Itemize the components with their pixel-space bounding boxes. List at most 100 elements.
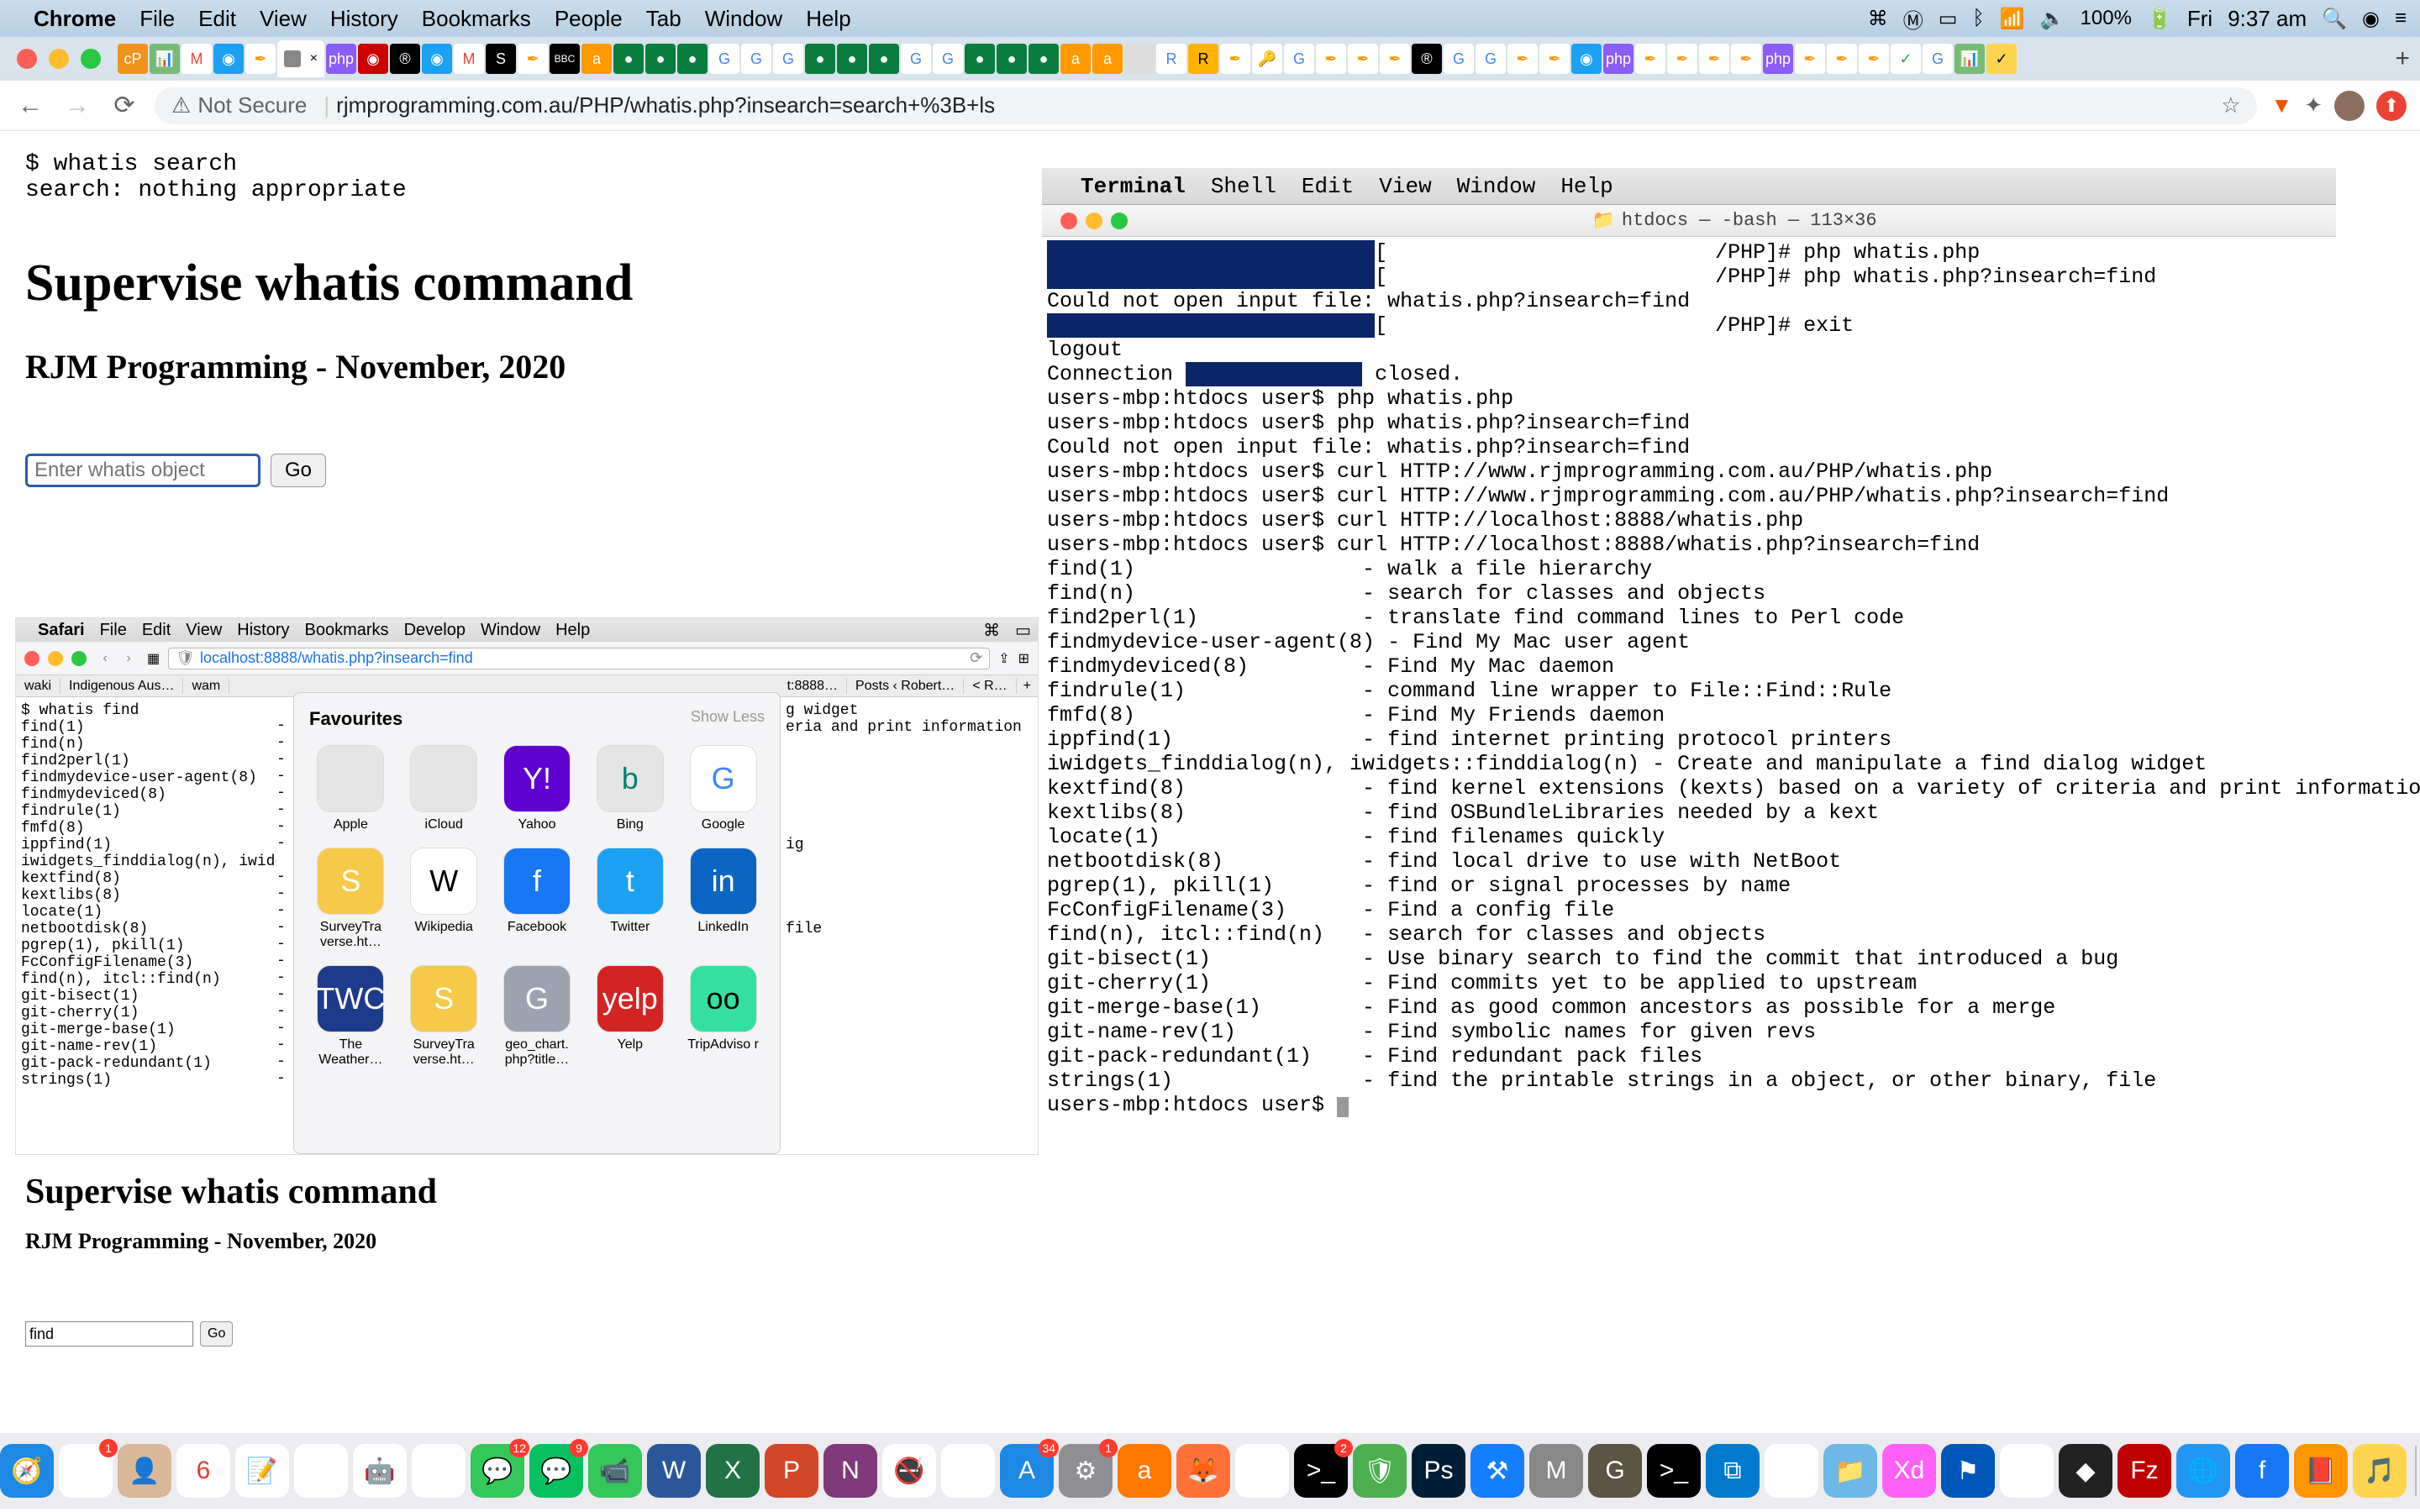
dock-reminders[interactable]: ☑ bbox=[294, 1444, 348, 1498]
tab-google[interactable]: G bbox=[709, 44, 739, 74]
terminal-menu-help[interactable]: Help bbox=[1560, 174, 1612, 199]
tab-icon[interactable]: ✒ bbox=[1667, 44, 1697, 74]
tab-icon[interactable]: ✒ bbox=[1699, 44, 1729, 74]
dock-terminal[interactable]: >_2 bbox=[1294, 1444, 1348, 1498]
notification-center-icon[interactable]: ≡ bbox=[2395, 7, 2407, 30]
dock-textedit[interactable]: ✎ bbox=[1765, 1444, 1818, 1498]
menu-help[interactable]: Help bbox=[806, 6, 850, 32]
tab-icon[interactable]: ✒ bbox=[1827, 44, 1857, 74]
tab-gmail[interactable]: M bbox=[182, 44, 212, 74]
dock-nosmoking[interactable]: 🚭 bbox=[882, 1444, 936, 1498]
battery-icon[interactable]: 🔋 bbox=[2147, 7, 2172, 31]
forward-button[interactable]: → bbox=[60, 92, 94, 120]
tab-icon[interactable]: ✒ bbox=[245, 44, 276, 74]
tab-icon[interactable]: ✒ bbox=[518, 44, 548, 74]
active-tab[interactable]: × bbox=[277, 40, 324, 77]
tab-icon[interactable]: ◉ bbox=[422, 44, 452, 74]
dock-notes[interactable]: 📝 bbox=[235, 1444, 289, 1498]
dock-calendar[interactable]: 6 bbox=[176, 1444, 230, 1498]
tab-icon[interactable]: ® bbox=[390, 44, 420, 74]
favourite-item[interactable]: TWCThe Weather… bbox=[309, 965, 392, 1068]
maximize-window-button[interactable] bbox=[81, 49, 101, 69]
dock-folder2[interactable]: F bbox=[2000, 1444, 2054, 1498]
tab-amazon[interactable]: a bbox=[1092, 44, 1123, 74]
safari-menu-help[interactable]: Help bbox=[555, 621, 590, 640]
favourite-item[interactable]: Ggeo_chart. php?title… bbox=[496, 965, 579, 1068]
tab-bbc[interactable]: BBC bbox=[550, 44, 580, 74]
menu-tab[interactable]: Tab bbox=[646, 6, 681, 32]
dock-onenote[interactable]: N bbox=[823, 1444, 877, 1498]
menubar-time[interactable]: 9:37 am bbox=[2228, 6, 2307, 32]
favourite-item[interactable]: SSurveyTra verse.ht… bbox=[309, 848, 392, 950]
tab-google[interactable]: G bbox=[1923, 44, 1953, 74]
whatis-input-2[interactable] bbox=[25, 1321, 193, 1347]
safari-app-name[interactable]: Safari bbox=[38, 621, 85, 640]
favourite-item[interactable]: yelpYelp bbox=[588, 965, 671, 1068]
tab-google[interactable]: G bbox=[1444, 44, 1474, 74]
safari-menu-view[interactable]: View bbox=[186, 621, 222, 640]
tab-icon[interactable]: ✒ bbox=[1380, 44, 1410, 74]
tab-google[interactable]: G bbox=[773, 44, 803, 74]
safari-new-tab-button[interactable]: + bbox=[1017, 679, 1038, 694]
address-bar[interactable]: ⚠ Not Secure | rjmprogramming.com.au/PHP… bbox=[155, 87, 2257, 124]
security-indicator[interactable]: ⚠ Not Secure bbox=[171, 92, 307, 118]
tab-php[interactable]: php bbox=[326, 44, 356, 74]
bookmark-star-icon[interactable]: ☆ bbox=[2221, 92, 2240, 118]
dock-globe[interactable]: 🌐 bbox=[2176, 1444, 2230, 1498]
tab-google[interactable]: G bbox=[1476, 44, 1506, 74]
dock-xcode[interactable]: ⚒ bbox=[1470, 1444, 1524, 1498]
reload-icon[interactable]: ⟳ bbox=[970, 649, 982, 667]
dock-shield[interactable]: 🛡 bbox=[1353, 1444, 1407, 1498]
tab-google[interactable]: G bbox=[1284, 44, 1314, 74]
dock-chrome[interactable]: ◉ bbox=[1235, 1444, 1289, 1498]
dock-facebook[interactable]: f bbox=[2235, 1444, 2289, 1498]
dock-automator[interactable]: 🤖 bbox=[353, 1444, 407, 1498]
safari-forward-button[interactable]: › bbox=[118, 651, 139, 666]
terminal-menu-window[interactable]: Window bbox=[1457, 174, 1536, 199]
safari-menu-bookmarks[interactable]: Bookmarks bbox=[305, 621, 389, 640]
dock-word[interactable]: W bbox=[647, 1444, 701, 1498]
tab-icon[interactable]: ● bbox=[613, 44, 644, 74]
terminal-close-button[interactable] bbox=[1060, 213, 1077, 229]
tab-icon[interactable]: 📊 bbox=[1954, 44, 1985, 74]
menu-edit[interactable]: Edit bbox=[198, 6, 236, 32]
terminal-app-name[interactable]: Terminal bbox=[1081, 174, 1186, 199]
favourite-item[interactable]: Apple bbox=[309, 745, 392, 832]
dock-folder1[interactable]: 📁 bbox=[1823, 1444, 1877, 1498]
tab-icon[interactable]: ✒ bbox=[1220, 44, 1250, 74]
safari-tab[interactable]: t:8888… bbox=[779, 679, 847, 694]
dock-safari[interactable]: 🧭 bbox=[0, 1444, 54, 1498]
safari-menu-develop[interactable]: Develop bbox=[404, 621, 466, 640]
terminal-menu-edit[interactable]: Edit bbox=[1302, 174, 1354, 199]
dock-xd[interactable]: Xd bbox=[1882, 1444, 1936, 1498]
menu-view[interactable]: View bbox=[260, 6, 307, 32]
favourite-item[interactable]: Y!Yahoo bbox=[496, 745, 579, 832]
menuextra-icon[interactable]: ⌘ bbox=[1868, 7, 1888, 31]
update-indicator[interactable]: ⬆ bbox=[2376, 91, 2407, 121]
tab-icon[interactable]: ✒ bbox=[1859, 44, 1889, 74]
tab-icon[interactable]: 📊 bbox=[150, 44, 180, 74]
favourite-item[interactable]: bBing bbox=[588, 745, 671, 832]
tab-check[interactable]: ✓ bbox=[1986, 44, 2017, 74]
tab-icon[interactable]: ✒ bbox=[1316, 44, 1346, 74]
dock-iterm[interactable]: >_ bbox=[1647, 1444, 1701, 1498]
safari-tab[interactable]: < R… bbox=[964, 679, 1016, 694]
share-icon[interactable]: ⇪ bbox=[998, 650, 1009, 667]
dock-contacts[interactable]: 👤 bbox=[118, 1444, 171, 1498]
dock-gimp[interactable]: G bbox=[1588, 1444, 1642, 1498]
dock-excel[interactable]: X bbox=[706, 1444, 760, 1498]
tab-icon[interactable] bbox=[1124, 44, 1155, 74]
tab-icon[interactable]: ◉ bbox=[1571, 44, 1602, 74]
menu-people[interactable]: People bbox=[555, 6, 623, 32]
tab-icon[interactable]: ● bbox=[997, 44, 1027, 74]
tab-icon[interactable]: ● bbox=[965, 44, 995, 74]
tab-icon[interactable]: ✒ bbox=[1731, 44, 1761, 74]
dock-mail[interactable]: ✉1 bbox=[59, 1444, 113, 1498]
control-center-icon[interactable]: ◉ bbox=[2362, 7, 2380, 31]
dock-facetime[interactable]: 📹 bbox=[588, 1444, 642, 1498]
malware-icon[interactable]: Ⓜ bbox=[1903, 4, 1923, 34]
tab-icon[interactable]: R bbox=[1156, 44, 1186, 74]
favourite-item[interactable]: GGoogle bbox=[681, 745, 765, 832]
go-button[interactable]: Go bbox=[271, 454, 326, 487]
dock-systemprefs[interactable]: ⚙1 bbox=[1059, 1444, 1113, 1498]
